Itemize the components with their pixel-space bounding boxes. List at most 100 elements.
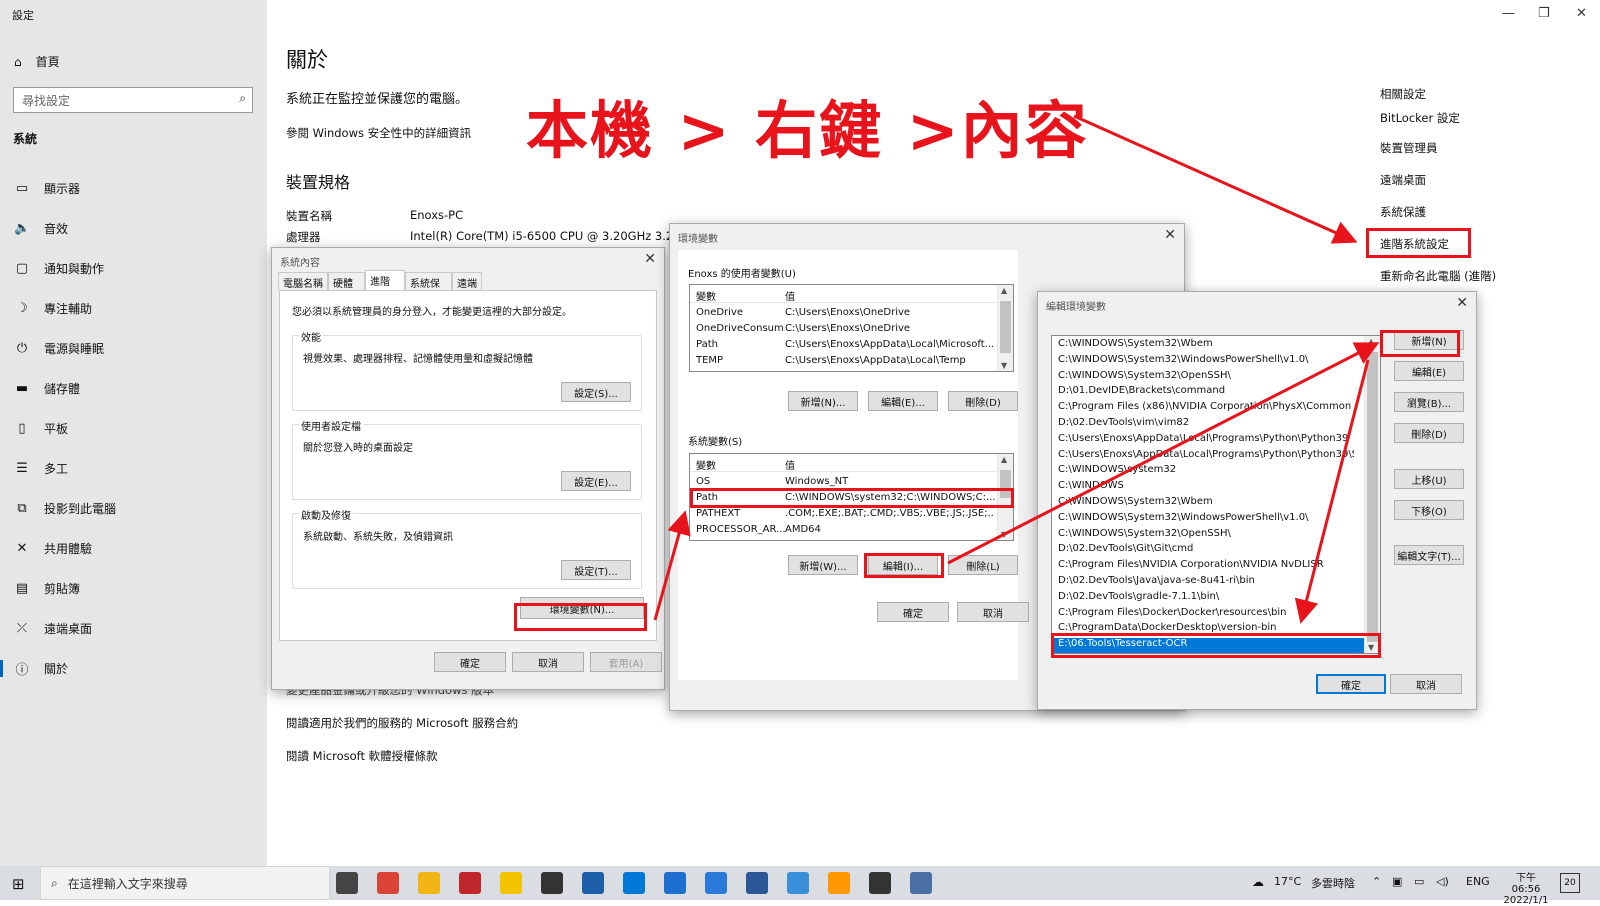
nav-home[interactable]: ⌂ 首頁 [14,53,60,70]
user-new-button[interactable]: 新增(N)... [788,391,858,411]
settings-search-input[interactable]: 尋找設定 ⌕ [13,87,253,113]
path-row[interactable]: C:\Program Files\NVIDIA Corporation\NVID… [1054,559,1354,575]
edit-button-5[interactable]: 下移(O) [1394,500,1464,520]
path-list[interactable]: C:\WINDOWS\System32\Wbem C:\WINDOWS\Syste… [1051,335,1381,654]
app-blue-circle-icon[interactable] [705,872,727,894]
powershell-icon[interactable] [746,872,768,894]
path-row[interactable]: D:\02.DevTools\gradle-7.1.1\bin\ [1054,591,1354,607]
tab-3[interactable]: 系統保護 [405,272,452,305]
scroll-up-icon[interactable]: ▲ [1368,337,1374,346]
network-app-icon[interactable] [787,872,809,894]
user-edit-button[interactable]: 編輯(E)... [868,391,938,411]
path-row[interactable]: C:\WINDOWS\System32\WindowsPowerShell\v1… [1054,512,1354,528]
related-link-3[interactable]: 系統保護 [1380,204,1426,220]
network-icon[interactable]: ▣ [1392,875,1402,888]
sidebar-item-3[interactable]: ☽ 專注輔助 [0,294,267,322]
restore-icon[interactable]: ❐ [1538,6,1550,21]
scrollbar[interactable]: ▲ ▼ [1364,336,1380,653]
list-row[interactable]: PROCESSOR_AR... AMD64 [690,522,999,537]
list-row[interactable]: Path C:\WINDOWS\system32;C:\WINDOWS;C:... [690,490,999,505]
edit-button-3[interactable]: 刪除(D) [1394,423,1464,443]
close-icon[interactable]: ✕ [1456,295,1468,311]
weather-temp[interactable]: 17°C [1274,875,1301,888]
tab-0[interactable]: 電腦名稱 [278,272,328,290]
scroll-thumb[interactable] [1367,352,1378,642]
volume-icon[interactable]: ◁) [1436,875,1449,888]
scroll-up-icon[interactable]: ▲ [1001,286,1007,295]
scroll-down-icon[interactable]: ▼ [1001,530,1007,539]
startup-settings-button[interactable]: 設定(T)... [561,560,631,580]
app-red-icon[interactable] [459,872,481,894]
sys-edit-button[interactable]: 編輯(I)... [868,555,938,575]
sidebar-item-2[interactable]: ▢ 通知與動作 [0,254,267,282]
performance-settings-button[interactable]: 設定(S)... [561,382,631,402]
path-row[interactable]: C:\WINDOWS\System32\OpenSSH\ [1054,370,1354,386]
sys-new-button[interactable]: 新增(W)... [788,555,858,575]
license-link[interactable]: 閱讀 Microsoft 軟體授權條款 [286,748,438,764]
sidebar-item-0[interactable]: ▭ 顯示器 [0,174,267,202]
apply-button[interactable]: 套用(A) [590,652,662,672]
path-row[interactable]: D:\02.DevTools\Git\Git\cmd [1054,543,1354,559]
list-row[interactable]: OS Windows_NT [690,474,999,489]
potplayer-icon[interactable] [500,872,522,894]
edit-button-1[interactable]: 編輯(E) [1394,361,1464,381]
path-row[interactable]: C:\WINDOWS\System32\OpenSSH\ [1054,528,1354,544]
scroll-thumb[interactable] [1000,301,1011,353]
list-row[interactable]: OneDrive C:\Users\Enoxs\OneDrive [690,305,999,320]
path-row[interactable]: D:\01.DevIDE\Brackets\command [1054,385,1354,401]
list-row[interactable]: TEMP C:\Users\Enoxs\AppData\Local\Temp [690,353,999,368]
ok-button[interactable]: 確定 [434,652,506,672]
path-row[interactable]: C:\WINDOWS\System32\Wbem [1054,338,1354,354]
sidebar-item-9[interactable]: ✕ 共用體驗 [0,534,267,562]
cancel-button[interactable]: 取消 [957,602,1029,622]
related-link-1[interactable]: 裝置管理員 [1380,140,1438,156]
weather-text[interactable]: 多雲時陰 [1311,875,1355,891]
task-view-icon[interactable] [336,872,358,894]
related-link-5[interactable]: 重新命名此電腦 (進階) [1380,268,1496,284]
chevron-up-icon[interactable]: ⌃ [1372,875,1381,888]
related-link-0[interactable]: BitLocker 設定 [1380,110,1460,126]
language-indicator[interactable]: ENG [1466,875,1490,888]
tab-2[interactable]: 進階 [365,270,405,290]
edit-button-0[interactable]: 新增(N) [1394,330,1464,350]
ok-button[interactable]: 確定 [877,602,949,622]
system-vars-list[interactable]: 變數 值 OS Windows_NT Path C:\WINDOWS\system32… [689,453,1014,541]
path-row[interactable]: C:\Program Files\Docker\Docker\resources… [1054,607,1354,623]
close-icon[interactable]: ✕ [1164,227,1176,243]
sidebar-item-1[interactable]: 🔈 音效 [0,214,267,242]
scroll-up-icon[interactable]: ▲ [1001,455,1007,464]
path-row[interactable]: D:\02.DevTools\Java\java-se-8u41-ri\bin [1054,575,1354,591]
environment-variables-button[interactable]: 環境變數(N)... [520,597,644,619]
edit-button-4[interactable]: 上移(U) [1394,469,1464,489]
vscode-icon[interactable] [623,872,645,894]
user-vars-list[interactable]: 變數 值 OneDrive C:\Users\Enoxs\OneDrive OneD… [689,284,1014,372]
related-link-2[interactable]: 遠端桌面 [1380,172,1426,188]
related-link-4[interactable]: 進階系統設定 [1380,236,1449,252]
list-row[interactable]: OneDriveConsum... C:\Users\Enoxs\OneDrive [690,321,999,336]
security-link[interactable]: 參閱 Windows 安全性中的詳細資訊 [286,125,471,141]
chrome-icon[interactable] [377,872,399,894]
app-bracket-icon[interactable] [582,872,604,894]
cancel-button[interactable]: 取消 [512,652,584,672]
maps-icon[interactable] [664,872,686,894]
sidebar-item-12[interactable]: ⓘ 關於 [0,654,267,682]
sidebar-item-7[interactable]: ☰ 多工 [0,454,267,482]
path-row[interactable]: C:\WINDOWS\System32\WindowsPowerShell\v1… [1054,354,1354,370]
ok-button[interactable]: 確定 [1316,674,1386,694]
path-row[interactable]: C:\WINDOWS [1054,480,1354,496]
sidebar-item-6[interactable]: ▯ 平板 [0,414,267,442]
user-delete-button[interactable]: 刪除(D) [948,391,1018,411]
edit-button-2[interactable]: 瀏覽(B)... [1394,392,1464,412]
minimize-icon[interactable]: — [1502,6,1515,21]
path-row[interactable]: D:\02.DevTools\vim\vim82 [1054,417,1354,433]
sidebar-item-5[interactable]: ▬ 儲存體 [0,374,267,402]
system-props-icon[interactable] [910,872,932,894]
cancel-button[interactable]: 取消 [1390,674,1462,694]
sidebar-item-10[interactable]: ▤ 剪貼簿 [0,574,267,602]
taskbar-search-input[interactable]: ⌕ 在這裡輸入文字來搜尋 [40,866,330,900]
sidebar-item-4[interactable]: ⏻ 電源與睡眠 [0,334,267,362]
scrollbar[interactable]: ▲ ▼ [997,285,1013,371]
path-row[interactable]: C:\WINDOWS\System32\Wbem [1054,496,1354,512]
path-row[interactable]: C:\Users\Enoxs\AppData\Local\Programs\Py… [1054,449,1354,465]
path-row[interactable]: C:\Program Files (x86)\NVIDIA Corporatio… [1054,401,1354,417]
